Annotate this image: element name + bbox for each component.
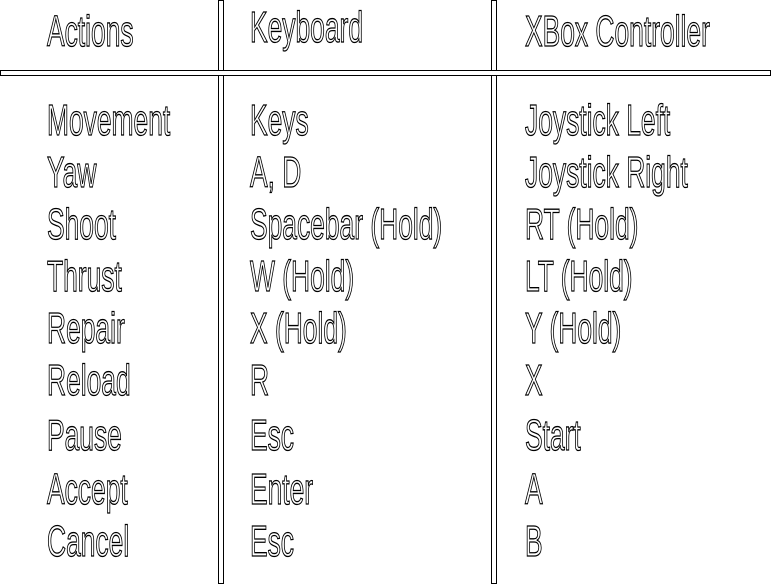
header-divider (0, 70, 771, 76)
header-controller: XBox Controller (525, 7, 711, 56)
action-cell: Shoot (47, 200, 117, 249)
action-cell: Repair (47, 304, 126, 353)
keyboard-cell: W (Hold) (250, 252, 355, 301)
keyboard-cell: Esc (250, 517, 295, 566)
controller-cell: Joystick Left (525, 96, 671, 145)
action-cell: Pause (47, 411, 123, 460)
controller-cell: X (525, 356, 543, 405)
keyboard-cell: Enter (250, 465, 314, 514)
action-cell: Thrust (47, 252, 123, 301)
action-cell: Reload (47, 356, 131, 405)
keyboard-cell: Keys (250, 96, 309, 145)
column-divider-2 (491, 0, 497, 584)
keyboard-cell: A, D (250, 148, 302, 197)
action-cell: Accept (47, 465, 128, 514)
controller-cell: Start (525, 411, 582, 460)
action-cell: Movement (47, 96, 171, 145)
controller-cell: RT (Hold) (525, 200, 639, 249)
header-actions: Actions (47, 7, 134, 56)
controller-cell: Y (Hold) (525, 304, 622, 353)
keyboard-cell: Spacebar (Hold) (250, 200, 443, 249)
controller-cell: LT (Hold) (525, 252, 633, 301)
header-keyboard: Keyboard (250, 3, 364, 52)
controller-cell: A (525, 465, 543, 514)
action-cell: Cancel (47, 517, 130, 566)
column-divider-1 (218, 0, 224, 584)
action-cell: Yaw (47, 148, 97, 197)
keyboard-cell: R (250, 356, 270, 405)
controller-cell: Joystick Right (525, 148, 689, 197)
keyboard-cell: Esc (250, 411, 295, 460)
controller-cell: B (525, 517, 543, 566)
keyboard-cell: X (Hold) (250, 304, 348, 353)
